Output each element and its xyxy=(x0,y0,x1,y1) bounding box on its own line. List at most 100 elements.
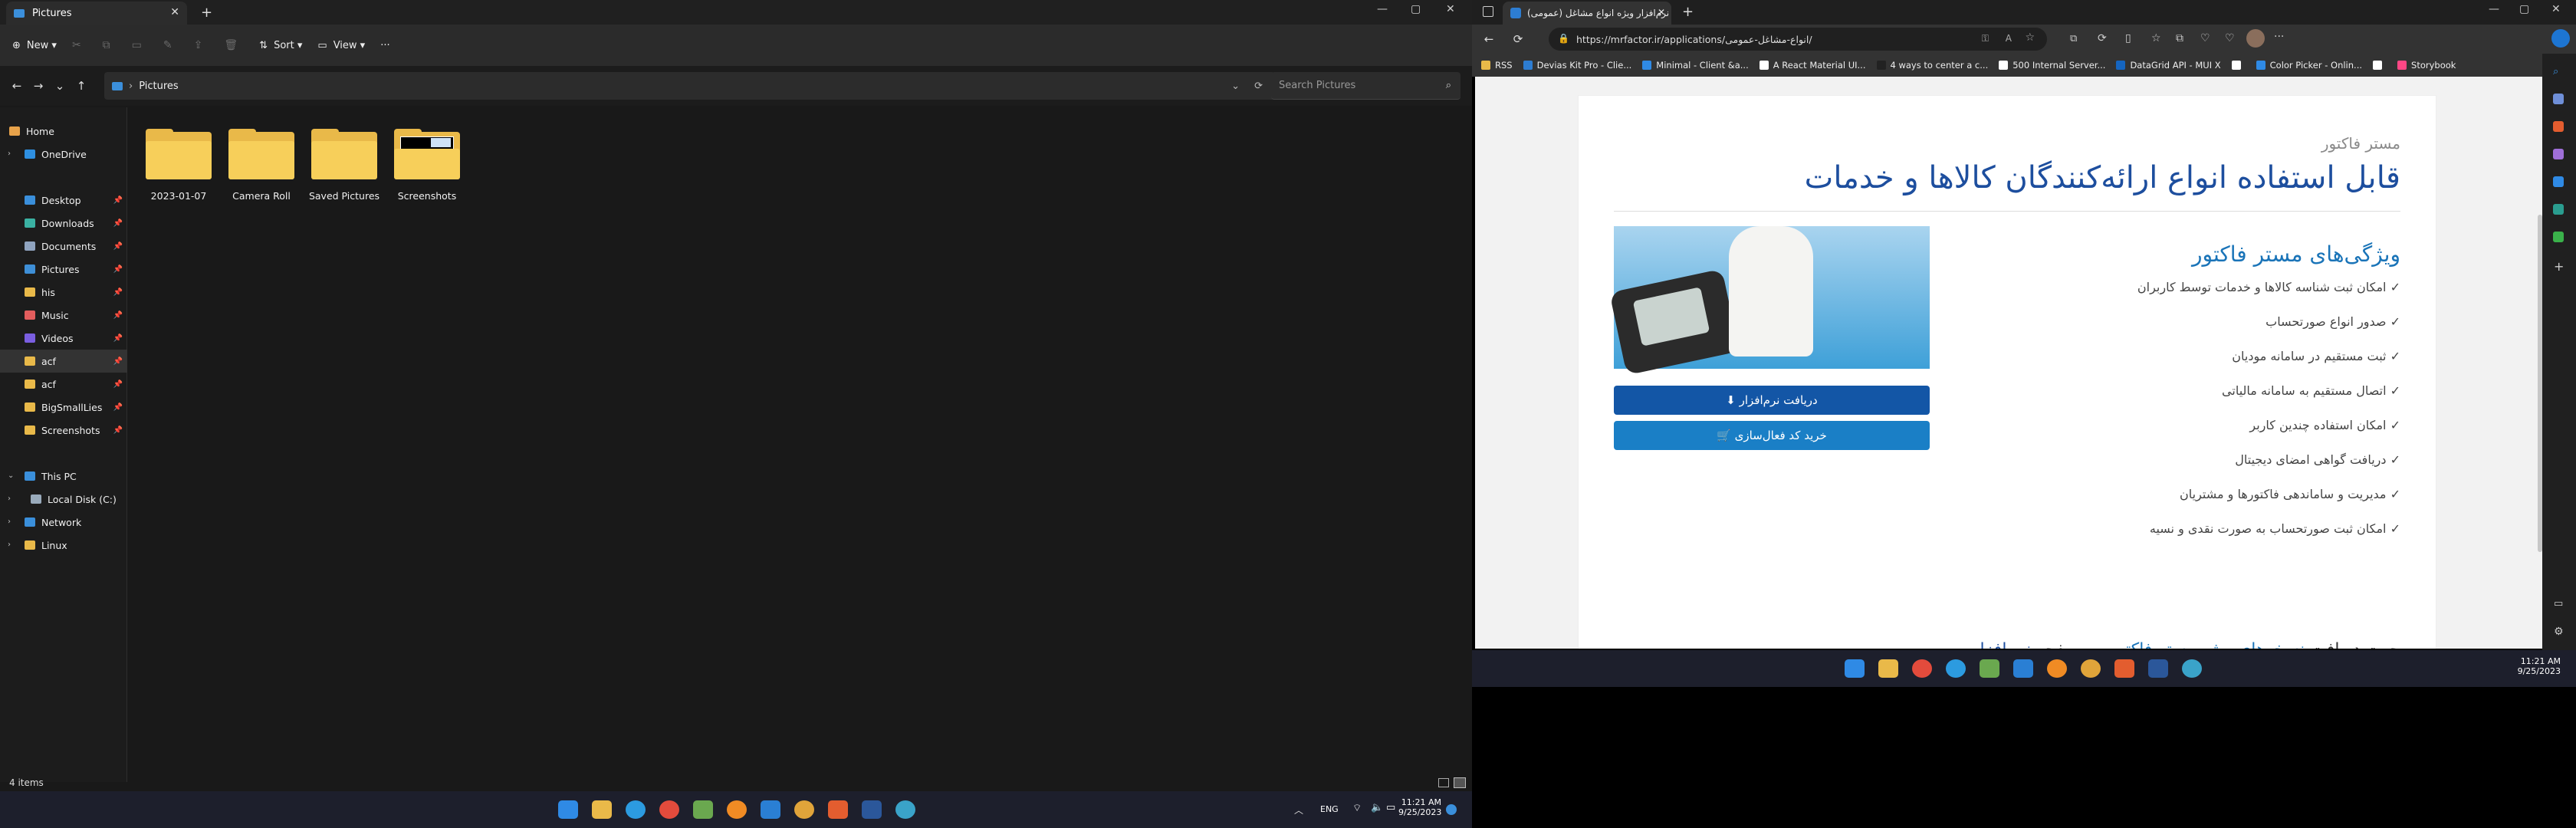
xampp-icon[interactable] xyxy=(828,800,848,819)
performance-icon[interactable]: ♡ xyxy=(2225,32,2235,44)
outlook-icon[interactable] xyxy=(2553,204,2564,215)
firefox-icon[interactable] xyxy=(2047,659,2067,678)
refresh-icon[interactable]: ⟳ xyxy=(1254,80,1263,92)
wifi-icon[interactable]: ⌔ xyxy=(1352,802,1362,814)
notepad-icon[interactable] xyxy=(1980,659,1999,678)
chevron-down-icon[interactable]: ⌄ xyxy=(1231,80,1240,92)
sidebar-item[interactable]: BigSmallLies 📌 xyxy=(0,396,127,419)
downloads-icon[interactable]: ♡ xyxy=(2200,32,2210,44)
start-icon[interactable] xyxy=(558,800,578,819)
extension-icon[interactable]: ⧉ xyxy=(2070,33,2077,44)
xampp-icon[interactable] xyxy=(2114,659,2134,678)
folder-item[interactable]: Screenshots xyxy=(389,123,465,215)
special-versions-link[interactable]: نسخه‌های ویژه مستر فاکتور xyxy=(2109,640,2305,649)
expand-chevron-icon[interactable]: ⌄ xyxy=(8,472,14,480)
favorite-item[interactable]: 4 ways to center a c... xyxy=(1876,60,1988,71)
more-button[interactable]: ··· xyxy=(380,40,389,51)
rename-icon[interactable]: ✎ xyxy=(163,39,172,51)
search-input[interactable]: Search Pictures ⌕ xyxy=(1271,72,1460,100)
favorite-item[interactable]: DataGrid API - MUI X xyxy=(2116,60,2221,71)
chrome-icon[interactable] xyxy=(659,800,679,819)
shopping-icon[interactable] xyxy=(2553,94,2564,104)
word-icon[interactable] xyxy=(862,800,882,819)
refresh-icon[interactable]: ⟳ xyxy=(1507,32,1529,46)
minimize-icon[interactable]: — xyxy=(1377,3,1388,15)
close-window-icon[interactable]: ✕ xyxy=(2551,3,2561,15)
file-explorer-icon[interactable] xyxy=(592,800,612,819)
key-icon[interactable]: ⚿ xyxy=(1982,33,1989,44)
tab-actions-icon[interactable] xyxy=(1483,6,1493,17)
profile-avatar[interactable] xyxy=(2246,29,2265,48)
software-page-link[interactable]: نرم‌افزار xyxy=(1972,640,2031,649)
back-icon[interactable]: ← xyxy=(6,79,28,93)
url-bar[interactable]: 🔒 https://mrfactor.ir/applications/انواع… xyxy=(1549,28,2047,51)
drop-icon[interactable] xyxy=(2553,232,2564,242)
paste-icon[interactable]: ▭ xyxy=(132,39,142,51)
edge-icon[interactable] xyxy=(626,800,646,819)
clock[interactable]: 11:21 AM 9/25/2023 xyxy=(1398,797,1441,817)
maximize-icon[interactable]: ▢ xyxy=(1411,3,1421,15)
notepad-icon[interactable] xyxy=(693,800,713,819)
volume-icon[interactable]: 🔈 xyxy=(1371,802,1383,813)
office-icon[interactable] xyxy=(2553,176,2564,187)
sidebar-item[interactable]: Music 📌 xyxy=(0,304,127,327)
sidebar-item[interactable]: Linux xyxy=(0,534,127,557)
edge-tab[interactable]: نرم‌افزار ویژه انواع مشاغل (عمومی) ✕ xyxy=(1503,2,1671,25)
sidebar-item[interactable]: Downloads 📌 xyxy=(0,212,127,235)
sidebar-item[interactable]: Screenshots 📌 xyxy=(0,419,127,442)
start-icon[interactable] xyxy=(1845,659,1865,678)
sidebar-item[interactable]: OneDrive xyxy=(0,143,127,166)
sidebar-item[interactable]: Pictures 📌 xyxy=(0,258,127,281)
menu-icon[interactable]: ··· xyxy=(2274,31,2284,43)
close-tab-icon[interactable]: ✕ xyxy=(1658,7,1665,18)
copy-icon[interactable]: ⧉ xyxy=(103,39,110,51)
sidebar-item[interactable]: his 📌 xyxy=(0,281,127,304)
favorite-star-icon[interactable]: ☆ xyxy=(2025,31,2035,44)
recent-icon[interactable]: ⌄ xyxy=(49,79,71,93)
sidebar-item[interactable]: Documents 📌 xyxy=(0,235,127,258)
chrome-canary-icon[interactable] xyxy=(794,800,814,819)
network-app-icon[interactable] xyxy=(2182,659,2202,678)
notification-icon[interactable] xyxy=(1446,804,1457,815)
battery-icon[interactable]: ▭ xyxy=(1386,802,1395,813)
settings-icon[interactable]: ⚙ xyxy=(2554,626,2564,638)
folder-item[interactable]: Camera Roll xyxy=(223,123,300,215)
tools-icon[interactable] xyxy=(2553,121,2564,132)
split-screen-icon[interactable]: ▯ xyxy=(2125,32,2131,44)
copilot-icon[interactable] xyxy=(2551,29,2570,48)
close-window-icon[interactable]: ✕ xyxy=(1446,3,1455,15)
address-bar[interactable]: › Pictures ⌄ ⟳ xyxy=(104,72,1275,100)
sidebar-item[interactable]: acf 📌 xyxy=(0,350,127,373)
view-button[interactable]: ▭ View ▾ xyxy=(317,40,365,51)
favorite-item[interactable]: Minimal - Client &a... xyxy=(1642,60,1749,71)
favorite-item[interactable]: 500 Internal Server... xyxy=(1999,60,2105,71)
sidebar-item[interactable]: This PC xyxy=(0,465,127,488)
delete-icon[interactable]: 🗑 xyxy=(224,39,238,51)
search-sidebar-icon[interactable]: ⌕ xyxy=(2553,66,2558,77)
sidebar-item[interactable]: Local Disk (C:) xyxy=(0,488,127,511)
favorite-item[interactable] xyxy=(2373,61,2387,70)
up-icon[interactable]: ↑ xyxy=(71,79,92,93)
sidebar-layout-icon[interactable]: ▭ xyxy=(2554,598,2563,610)
new-tab-icon[interactable]: + xyxy=(1682,4,1694,20)
favorite-item[interactable]: RSS xyxy=(1481,60,1513,71)
expand-chevron-icon[interactable]: › xyxy=(8,518,11,526)
clock[interactable]: 11:21 AM 9/25/2023 xyxy=(2515,656,2561,676)
word-icon[interactable] xyxy=(2148,659,2168,678)
expand-chevron-icon[interactable]: › xyxy=(8,495,11,503)
collections-icon[interactable]: ⧉ xyxy=(2176,32,2183,44)
vscode-icon[interactable] xyxy=(2013,659,2033,678)
favorite-item[interactable]: A React Material UI... xyxy=(1759,60,1866,71)
expand-chevron-icon[interactable]: › xyxy=(8,150,11,158)
cut-icon[interactable]: ✂ xyxy=(72,39,81,51)
sidebar-item[interactable]: acf 📌 xyxy=(0,373,127,396)
chrome-canary-icon[interactable] xyxy=(2081,659,2101,678)
sidebar-item[interactable]: Home xyxy=(0,120,127,143)
back-icon[interactable]: ← xyxy=(1478,32,1500,46)
page-scrollbar[interactable] xyxy=(2536,153,2542,649)
edge-icon[interactable] xyxy=(1946,659,1966,678)
network-app-icon[interactable] xyxy=(895,800,915,819)
sidebar-item[interactable]: Videos 📌 xyxy=(0,327,127,350)
vscode-icon[interactable] xyxy=(761,800,780,819)
folder-item[interactable]: 2023-01-07 xyxy=(140,123,217,215)
